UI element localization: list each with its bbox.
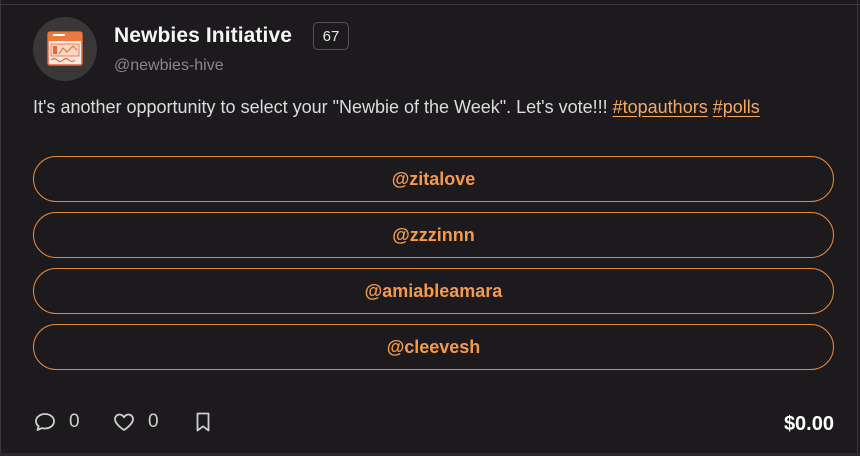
post-text: It's another opportunity to select your … — [33, 97, 613, 117]
post-footer: 0 0 $0.00 — [33, 410, 834, 438]
divider — [0, 4, 860, 5]
poll-options: @zitalove @zzzinnn @amiableamara @cleeve… — [33, 156, 834, 380]
author-handle[interactable]: @newbies-hive — [114, 57, 224, 75]
comment-icon — [35, 413, 55, 431]
payout-value[interactable]: $0.00 — [784, 410, 834, 438]
reputation-badge: 67 — [313, 22, 349, 50]
like-count: 0 — [148, 411, 159, 432]
post-body: It's another opportunity to select your … — [33, 97, 760, 118]
poll-option[interactable]: @zzzinnn — [33, 212, 834, 258]
poll-option[interactable]: @amiableamara — [33, 268, 834, 314]
poll-option[interactable]: @zitalove — [33, 156, 834, 202]
like-button[interactable]: 0 — [112, 410, 159, 434]
author-name[interactable]: Newbies Initiative — [114, 24, 292, 48]
hello-name-tag-icon — [47, 31, 83, 66]
bookmark-button[interactable] — [191, 410, 215, 434]
poll-option[interactable]: @cleevesh — [33, 324, 834, 370]
bookmark-icon — [196, 412, 210, 432]
heart-icon — [114, 413, 134, 431]
hashtag-link[interactable]: #polls — [713, 97, 760, 117]
avatar[interactable] — [33, 17, 97, 81]
hashtag-link[interactable]: #topauthors — [613, 97, 708, 117]
comment-button[interactable]: 0 — [33, 410, 80, 434]
comment-count: 0 — [69, 411, 80, 432]
